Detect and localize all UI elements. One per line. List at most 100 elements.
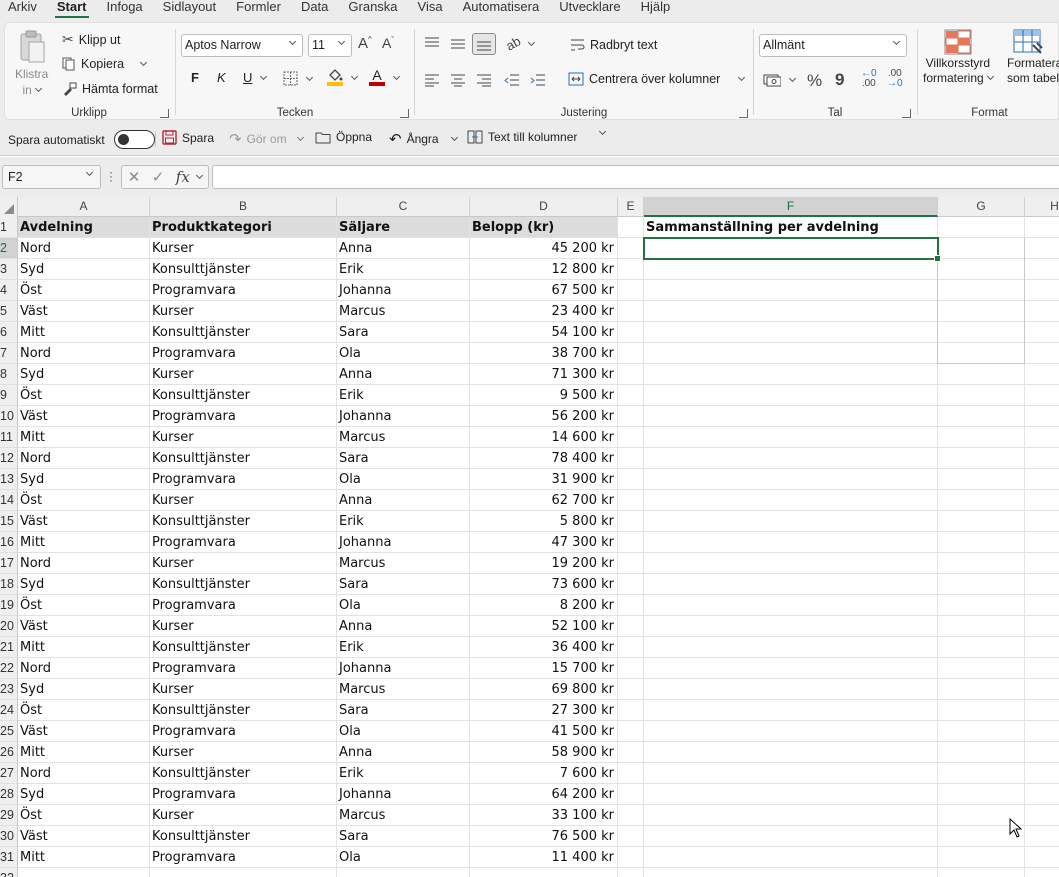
cell-b14[interactable]: Kurser xyxy=(150,490,337,511)
cell-b23[interactable]: Kurser xyxy=(150,679,337,700)
cell-c15[interactable]: Erik xyxy=(337,511,470,532)
cell-c26[interactable]: Anna xyxy=(337,742,470,763)
open-button[interactable]: Öppna xyxy=(315,130,372,144)
cell-b12[interactable]: Konsulttjänster xyxy=(150,448,337,469)
cell-c18[interactable]: Sara xyxy=(337,574,470,595)
cell-e28[interactable] xyxy=(618,784,644,805)
cell-h21[interactable] xyxy=(1025,637,1059,658)
cell-g19[interactable] xyxy=(938,595,1025,616)
cell-b18[interactable]: Konsulttjänster xyxy=(150,574,337,595)
cell-c27[interactable]: Erik xyxy=(337,763,470,784)
decrease-font-button[interactable]: Aˇ xyxy=(382,35,394,51)
cell-g21[interactable] xyxy=(938,637,1025,658)
cell-b30[interactable]: Konsulttjänster xyxy=(150,826,337,847)
cell-a13[interactable]: Syd xyxy=(18,469,150,490)
row-header[interactable]: 13 xyxy=(0,469,18,490)
cell-e6[interactable] xyxy=(618,322,644,343)
cell-g13[interactable] xyxy=(938,469,1025,490)
align-middle-icon[interactable] xyxy=(450,37,466,50)
cell-b2[interactable]: Kurser xyxy=(150,238,337,259)
percent-button[interactable]: % xyxy=(807,71,822,91)
decrease-indent-icon[interactable] xyxy=(504,74,520,87)
cell-h30[interactable] xyxy=(1025,826,1059,847)
cell-e10[interactable] xyxy=(618,406,644,427)
merge-center-button[interactable]: Centrera över kolumner xyxy=(568,72,746,86)
row-header[interactable]: 23 xyxy=(0,679,18,700)
cell-f14[interactable] xyxy=(644,490,938,511)
menu-tab-2[interactable]: Infoga xyxy=(97,0,153,18)
autosave-toggle[interactable]: Spara automatiskt xyxy=(8,130,155,149)
cell-b19[interactable]: Programvara xyxy=(150,595,337,616)
cell-c20[interactable]: Anna xyxy=(337,616,470,637)
cell-d1[interactable]: Belopp (kr) xyxy=(470,217,618,238)
cell-b13[interactable]: Programvara xyxy=(150,469,337,490)
cell-e22[interactable] xyxy=(618,658,644,679)
redo-button[interactable]: ↷ Gör om xyxy=(229,130,304,148)
cell-g26[interactable] xyxy=(938,742,1025,763)
cell-f26[interactable] xyxy=(644,742,938,763)
row-header[interactable]: 30 xyxy=(0,826,18,847)
cell-a26[interactable]: Mitt xyxy=(18,742,150,763)
cell-g28[interactable] xyxy=(938,784,1025,805)
cell-g18[interactable] xyxy=(938,574,1025,595)
cell-a16[interactable]: Mitt xyxy=(18,532,150,553)
row-header[interactable]: 17 xyxy=(0,553,18,574)
cell-f21[interactable] xyxy=(644,637,938,658)
row-header[interactable]: 29 xyxy=(0,805,18,826)
cell-a23[interactable]: Syd xyxy=(18,679,150,700)
cell-a7[interactable]: Nord xyxy=(18,343,150,364)
cell-a6[interactable]: Mitt xyxy=(18,322,150,343)
cell-g1[interactable] xyxy=(938,217,1025,238)
borders-button[interactable] xyxy=(283,71,314,86)
row-header[interactable]: 9 xyxy=(0,385,18,406)
cell-f19[interactable] xyxy=(644,595,938,616)
cell-d24[interactable]: 27 300 kr xyxy=(470,700,618,721)
cell-e31[interactable] xyxy=(618,847,644,868)
cell-c13[interactable]: Ola xyxy=(337,469,470,490)
font-name-select[interactable]: Aptos Narrow xyxy=(181,34,303,57)
cell-a31[interactable]: Mitt xyxy=(18,847,150,868)
cell-g15[interactable] xyxy=(938,511,1025,532)
cell-d7[interactable]: 38 700 kr xyxy=(470,343,618,364)
cell-h13[interactable] xyxy=(1025,469,1059,490)
cell-g12[interactable] xyxy=(938,448,1025,469)
cell-d12[interactable]: 78 400 kr xyxy=(470,448,618,469)
cell-g9[interactable] xyxy=(938,385,1025,406)
format-as-table-button[interactable]: Formatera som tabell xyxy=(1007,29,1059,85)
cell-h6[interactable] xyxy=(1025,322,1059,343)
cell-a28[interactable]: Syd xyxy=(18,784,150,805)
row-header[interactable]: 25 xyxy=(0,721,18,742)
cell-d26[interactable]: 58 900 kr xyxy=(470,742,618,763)
cell-d21[interactable]: 36 400 kr xyxy=(470,637,618,658)
cell-f13[interactable] xyxy=(644,469,938,490)
cell-a3[interactable]: Syd xyxy=(18,259,150,280)
save-button[interactable]: Spara xyxy=(162,130,214,145)
cell-d25[interactable]: 41 500 kr xyxy=(470,721,618,742)
cell-c17[interactable]: Marcus xyxy=(337,553,470,574)
cell-h1[interactable] xyxy=(1025,217,1059,238)
cell-c1[interactable]: Säljare xyxy=(337,217,470,238)
cell-h12[interactable] xyxy=(1025,448,1059,469)
cell-f27[interactable] xyxy=(644,763,938,784)
cell-e5[interactable] xyxy=(618,301,644,322)
copy-button[interactable]: Kopiera xyxy=(62,57,148,71)
cell-a21[interactable]: Mitt xyxy=(18,637,150,658)
cut-button[interactable]: ✂ Klipp ut xyxy=(62,31,120,48)
cell-d32[interactable] xyxy=(470,868,618,877)
cell-b15[interactable]: Konsulttjänster xyxy=(150,511,337,532)
cell-c28[interactable]: Johanna xyxy=(337,784,470,805)
undo-button[interactable]: ↶ Ångra xyxy=(389,130,458,148)
comma-button[interactable]: 9 xyxy=(835,70,844,90)
cell-f25[interactable] xyxy=(644,721,938,742)
cell-f7[interactable] xyxy=(644,343,938,364)
cell-b4[interactable]: Programvara xyxy=(150,280,337,301)
insert-function-icon[interactable]: fx xyxy=(176,168,190,186)
cell-a32[interactable] xyxy=(18,868,150,877)
underline-button[interactable]: U xyxy=(243,70,268,85)
dialog-launcher-icon[interactable] xyxy=(739,109,748,118)
cell-h22[interactable] xyxy=(1025,658,1059,679)
cell-c8[interactable]: Anna xyxy=(337,364,470,385)
cell-e3[interactable] xyxy=(618,259,644,280)
cell-c21[interactable]: Erik xyxy=(337,637,470,658)
cell-h14[interactable] xyxy=(1025,490,1059,511)
